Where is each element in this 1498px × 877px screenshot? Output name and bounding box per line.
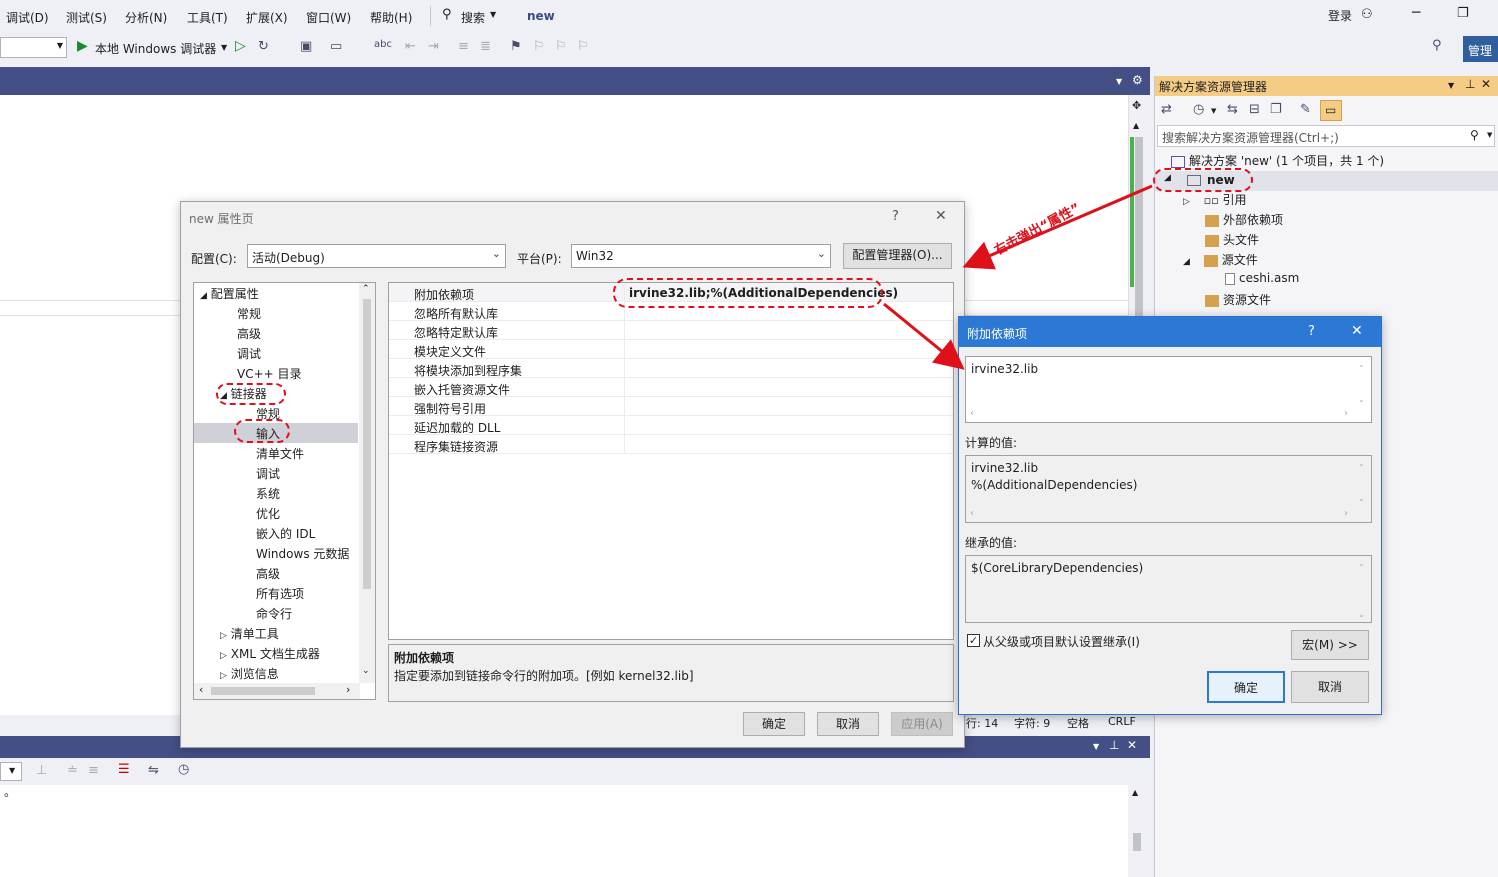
annotation-arrows — [883, 184, 1153, 370]
arrow-to-deps-dialog — [883, 302, 965, 370]
